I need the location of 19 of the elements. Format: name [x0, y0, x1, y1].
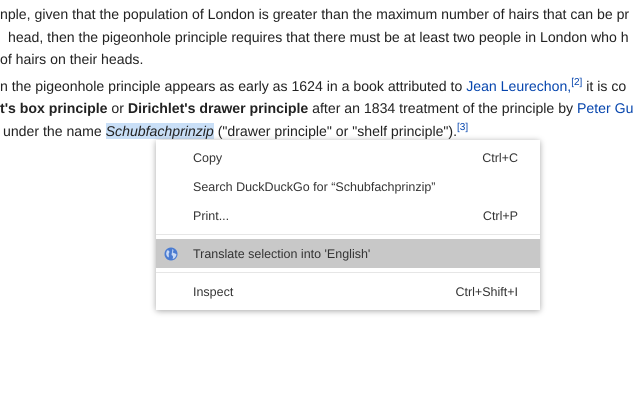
selected-text: Schubfachprinzip	[106, 122, 214, 138]
menu-item[interactable]: Inspect Ctrl+Shift+I	[156, 277, 540, 306]
link[interactable]: Peter Gu	[577, 100, 634, 116]
paragraph-text: t's box principle or Dirichlet's drawer principle after an 1834 treatment of the principle by	[0, 100, 574, 116]
link[interactable]: Jean Leurechon,	[466, 78, 572, 94]
menu-item[interactable]: Translate selection into 'English'	[156, 239, 540, 268]
paragraph-text: nple, given that the population of London is greater than the maximum number of hairs that can be pr	[0, 6, 630, 22]
paragraph-text: n the pigeonhole principle appears as early as 1624 in a book attributed to	[0, 78, 464, 94]
paragraph-text: it is co	[585, 78, 626, 94]
citation-link[interactable]: [3]	[457, 122, 468, 132]
paragraph-text: of hairs on their heads.	[0, 51, 144, 67]
paragraph-text: under the name	[3, 122, 103, 138]
paragraph-text: head, then the pigeonhole principle requires that there must be at least two people in London who h	[8, 28, 629, 44]
menu-item[interactable]: Print... Ctrl+P	[156, 201, 540, 230]
menu-item[interactable]: Copy Ctrl+C	[156, 143, 540, 172]
paragraph-text: ("drawer principle" or "shelf principle").	[216, 122, 458, 138]
globe-icon	[164, 246, 178, 260]
menu-item[interactable]: Search DuckDuckGo for “Schubfachprinzip”	[156, 172, 540, 201]
citation-link[interactable]: [2]	[571, 76, 582, 88]
